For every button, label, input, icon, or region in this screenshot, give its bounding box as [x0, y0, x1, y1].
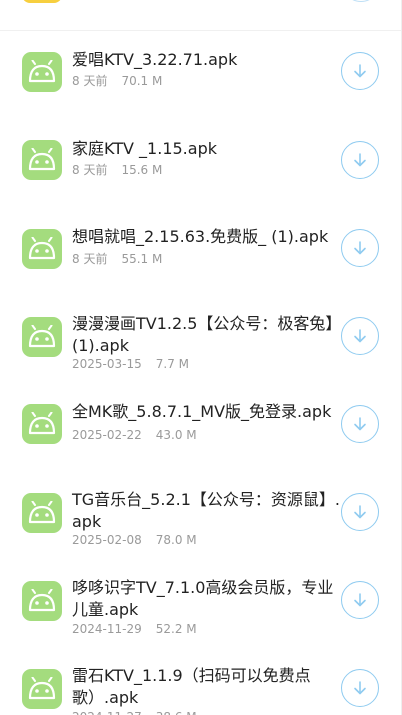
file-list-item[interactable]: 哆哆识字TV_7.1.0高级会员版，专业儿童.apk 2024-11-29 52.2…	[0, 558, 402, 646]
file-list-screen: 爱唱KTV_3.22.71.apk 8 天前 70.1 M 家庭KTV _1.15.a…	[0, 0, 402, 715]
file-size: 70.1 M	[121, 74, 163, 88]
file-list-item[interactable]: 雷石KTV_1.1.9（扫码可以免费点歌）.apk 2024-11-27 38.6 …	[0, 646, 402, 715]
file-date: 2025-03-15	[72, 357, 142, 371]
file-meta: 8 天前 70.1 M	[72, 73, 162, 89]
android-robot-icon	[22, 52, 62, 92]
file-date: 2025-02-08	[72, 533, 142, 547]
file-size: 78.0 M	[155, 533, 197, 547]
partial-list-item[interactable]	[0, 0, 402, 31]
file-list-item[interactable]: 漫漫漫画TV1.2.5【公众号：极客兔】 (1).apk 2025-03-15 7.…	[0, 294, 402, 382]
file-date: 8 天前	[72, 163, 108, 177]
download-button[interactable]	[341, 669, 379, 707]
download-button[interactable]	[341, 141, 379, 179]
file-list-item[interactable]: 家庭KTV _1.15.apk 8 天前 15.6 M	[0, 118, 402, 206]
android-robot-icon	[22, 669, 62, 709]
android-robot-icon	[22, 404, 62, 444]
android-robot-icon	[22, 581, 62, 621]
download-button[interactable]	[341, 581, 379, 619]
file-meta: 2025-03-15 7.7 M	[72, 356, 189, 372]
file-name: 雷石KTV_1.1.9（扫码可以免费点歌）.apk	[72, 666, 311, 707]
file-name: 全MK歌_5.8.7.1_MV版_免登录.apk	[72, 402, 332, 421]
download-button[interactable]	[341, 493, 379, 531]
file-date: 2025-02-22	[72, 428, 142, 442]
file-size: 43.0 M	[155, 428, 197, 442]
file-name: TG音乐台_5.2.1【公众号：资源鼠】.apk	[72, 490, 340, 531]
download-button[interactable]	[342, 0, 380, 2]
file-meta: 2025-02-08 78.0 M	[72, 532, 197, 548]
file-date: 2024-11-29	[72, 622, 142, 636]
file-list-item[interactable]: TG音乐台_5.2.1【公众号：资源鼠】.apk 2025-02-08 78.0 M	[0, 470, 402, 558]
file-name: 家庭KTV _1.15.apk	[72, 139, 217, 158]
file-size: 38.6 M	[156, 710, 197, 715]
download-button[interactable]	[341, 317, 379, 355]
file-list-item[interactable]: 全MK歌_5.8.7.1_MV版_免登录.apk 2025-02-22 43.0 M	[0, 382, 402, 470]
android-robot-icon	[22, 140, 62, 180]
file-size: 15.6 M	[121, 163, 163, 177]
file-name: 漫漫漫画TV1.2.5【公众号：极客兔】 (1).apk	[72, 314, 342, 355]
file-date: 8 天前	[72, 252, 108, 266]
file-list-item[interactable]: 想唱就唱_2.15.63.免费版_ (1).apk 8 天前 55.1 M	[0, 206, 402, 294]
file-meta: 2024-11-27 38.6 M	[72, 709, 197, 715]
file-meta: 8 天前 55.1 M	[72, 251, 162, 267]
file-list-item[interactable]: 爱唱KTV_3.22.71.apk 8 天前 70.1 M	[0, 30, 402, 118]
file-date: 8 天前	[72, 74, 108, 88]
file-size: 52.2 M	[155, 622, 197, 636]
file-name: 想唱就唱_2.15.63.免费版_ (1).apk	[72, 227, 329, 246]
file-size: 55.1 M	[121, 252, 163, 266]
file-meta: 2024-11-29 52.2 M	[72, 621, 197, 637]
file-meta: 8 天前 15.6 M	[72, 162, 162, 178]
download-button[interactable]	[341, 405, 379, 443]
download-button[interactable]	[341, 52, 379, 90]
download-button[interactable]	[341, 229, 379, 267]
android-robot-icon	[22, 493, 62, 533]
file-date: 2024-11-27	[72, 710, 142, 715]
android-robot-icon	[22, 229, 62, 269]
file-size: 7.7 M	[155, 357, 190, 371]
android-robot-icon	[22, 317, 62, 357]
file-icon	[22, 0, 62, 3]
file-meta: 2025-02-22 43.0 M	[72, 427, 197, 443]
file-name: 哆哆识字TV_7.1.0高级会员版，专业儿童.apk	[72, 578, 334, 619]
file-name: 爱唱KTV_3.22.71.apk	[72, 50, 238, 69]
